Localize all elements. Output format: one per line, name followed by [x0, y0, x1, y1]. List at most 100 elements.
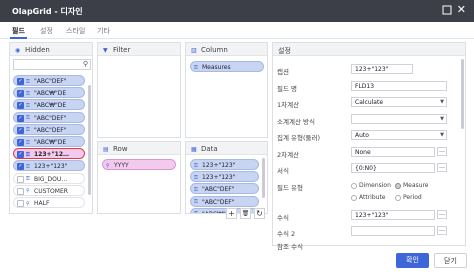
hidden-field-label: CUSTOMER — [34, 187, 68, 195]
filter-panel-header: ▼ Filter — [98, 43, 180, 56]
checkbox-icon[interactable]: ✓ — [17, 78, 24, 85]
formula-field[interactable]: 123+"123" — [351, 210, 435, 220]
field-name-field[interactable]: FLD13 — [351, 81, 447, 91]
hidden-field-label: 123+"12… — [34, 151, 70, 159]
hidden-field-item[interactable]: ✓ ⚿ "ABC"DEF" — [13, 123, 85, 135]
hidden-field-label: "ABC"DEF" — [34, 126, 67, 134]
data-field-item[interactable]: ⚿ "ABC"DEF" — [190, 195, 259, 207]
ok-button[interactable]: 확인 — [396, 253, 429, 268]
data-icon: ▦ — [191, 146, 197, 153]
delete-icon[interactable]: 🗑 — [240, 208, 251, 219]
checkbox-icon[interactable] — [17, 200, 24, 207]
eye-icon: ◉ — [15, 47, 21, 54]
radio-period[interactable]: Period — [395, 194, 422, 201]
tab-style[interactable]: 스타일 — [66, 26, 85, 36]
hidden-field-label: BIG_DOU… — [34, 175, 68, 183]
row-chip-yyyy[interactable]: ⚲ YYYY — [102, 159, 176, 170]
field-icon: ⚿ — [194, 199, 198, 206]
checkbox-icon[interactable]: ✓ — [17, 102, 24, 110]
hidden-field-label: HALF — [34, 200, 50, 207]
hidden-field-item[interactable]: ✓ ⚿ "ABC₩"DE — [13, 99, 85, 111]
checkbox-icon[interactable]: ✓ — [17, 163, 24, 171]
hidden-field-item[interactable]: ✓ ⚿ "ABC"DEF" — [13, 75, 85, 86]
data-field-item[interactable]: ⚿ 123+"123" — [190, 159, 259, 170]
column-icon: ▥ — [191, 47, 197, 54]
hidden-scrollbar[interactable] — [88, 85, 91, 195]
ref-formula-label: 참조 수식 — [277, 243, 303, 251]
search-icon[interactable]: ⚲ — [83, 60, 88, 68]
formula-more-button[interactable]: … — [437, 210, 447, 219]
field-icon: ⚿ — [26, 151, 30, 158]
hidden-field-item[interactable]: ✓ ⚿ 123+"123" — [13, 160, 85, 172]
hidden-search-input[interactable]: ⚲ — [13, 59, 91, 70]
hidden-field-label: "ABC₩"DE — [34, 102, 67, 110]
hidden-field-item[interactable]: ✓ ⚿ "ABC"DEF" — [13, 111, 85, 123]
calc1-select[interactable]: Calculate ▼ — [351, 97, 447, 107]
checkbox-icon[interactable]: ✓ — [17, 114, 24, 122]
filter-icon: ▼ — [103, 47, 108, 54]
add-button[interactable]: + — [226, 208, 237, 219]
tab-etc[interactable]: 기타 — [97, 26, 110, 36]
checkbox-icon[interactable]: ✓ — [17, 139, 24, 146]
hidden-field-item[interactable]: ✓ ⚿ "ABC₩"DE — [13, 87, 85, 99]
agg-select[interactable]: Auto ▼ — [351, 130, 447, 140]
hierarchy-icon: ⚲ — [106, 162, 110, 169]
close-icon[interactable]: ✕ — [457, 3, 466, 17]
format-more-button[interactable]: … — [437, 163, 447, 172]
checkbox-icon[interactable]: ✓ — [17, 126, 24, 134]
caption-label: 캡션 — [277, 68, 289, 76]
checkbox-icon[interactable] — [17, 175, 24, 183]
subtotal-label: 소계계산 방식 — [277, 118, 315, 126]
radio-attribute[interactable]: Attribute — [351, 194, 386, 201]
radio-icon — [395, 194, 401, 201]
maximize-icon[interactable] — [442, 5, 452, 15]
radio-dimension[interactable]: Dimension — [351, 182, 391, 189]
hidden-panel-header: ◉ Hidden — [10, 43, 92, 56]
checkbox-icon[interactable] — [17, 187, 24, 195]
cancel-button[interactable]: 닫기 — [434, 253, 467, 268]
tab-fields[interactable]: 필드 — [10, 26, 27, 39]
field-icon: ⚿ — [194, 162, 198, 169]
calc2-label: 2차계산 — [277, 151, 300, 159]
settings-scrollbar[interactable] — [461, 59, 464, 129]
field-icon: ⚿ — [26, 78, 30, 85]
chevron-down-icon: ▼ — [440, 99, 444, 105]
hidden-field-item[interactable]: ⚿ BIG_DOU… — [13, 172, 85, 184]
hidden-field-item[interactable]: ⚲ HALF — [13, 197, 85, 208]
hidden-field-item[interactable]: ✓ ⚿ "ABC₩"DE — [13, 136, 85, 147]
hidden-panel: ◉ Hidden ⚲ ✓ ⚿ "ABC"DEF" ✓ ⚿ "ABC₩"DE ✓ ⚿ "ABC₩"D… — [9, 42, 93, 214]
refresh-icon[interactable]: ↻ — [254, 208, 265, 219]
hidden-field-item[interactable]: ⚲ CUSTOMER — [13, 184, 85, 196]
data-field-item[interactable]: ⚿ "ABC"DEF" — [190, 183, 259, 195]
format-field[interactable]: {0:N0} — [351, 163, 435, 173]
calc1-label: 1차계산 — [277, 101, 300, 109]
formula2-more-button[interactable]: … — [437, 226, 447, 235]
settings-panel-header: 설정 — [273, 43, 465, 56]
tab-bar: 필드 설정 스타일 기타 — [0, 22, 474, 39]
formula2-field[interactable] — [351, 226, 435, 236]
hidden-field-label: "ABC"DEF" — [34, 114, 67, 122]
chevron-down-icon: ▼ — [440, 132, 444, 138]
field-icon: ⚿ — [194, 211, 202, 213]
field-icon: ⚿ — [26, 90, 30, 97]
field-icon: ⚿ — [194, 174, 198, 181]
radio-icon — [351, 182, 357, 189]
checkbox-icon[interactable]: ✓ — [17, 90, 24, 98]
column-panel: ▥ Column ⚿ Measures — [185, 42, 268, 138]
radio-icon — [395, 182, 401, 189]
tab-settings[interactable]: 설정 — [40, 26, 53, 36]
data-field-item[interactable]: ⚿ 123+"123" — [190, 171, 259, 183]
field-icon: ⚿ — [26, 139, 30, 146]
calc2-more-button[interactable]: … — [437, 147, 447, 156]
field-icon: ⚿ — [26, 176, 30, 183]
hidden-field-item[interactable]: ✓ ⚿ 123+"12… — [13, 148, 85, 160]
caption-field[interactable]: 123+"123" — [351, 64, 413, 74]
subtotal-select[interactable]: ▼ — [351, 114, 447, 124]
checkbox-icon[interactable]: ✓ — [17, 151, 24, 159]
data-scrollbar[interactable] — [262, 158, 265, 198]
calc2-field[interactable]: None — [351, 147, 435, 157]
column-chip-measures[interactable]: ⚿ Measures — [190, 61, 264, 72]
radio-measure[interactable]: Measure — [395, 182, 429, 189]
window-title: OlapGrid - 디자인 — [12, 7, 83, 16]
formula2-label: 수식 2 — [277, 230, 296, 238]
